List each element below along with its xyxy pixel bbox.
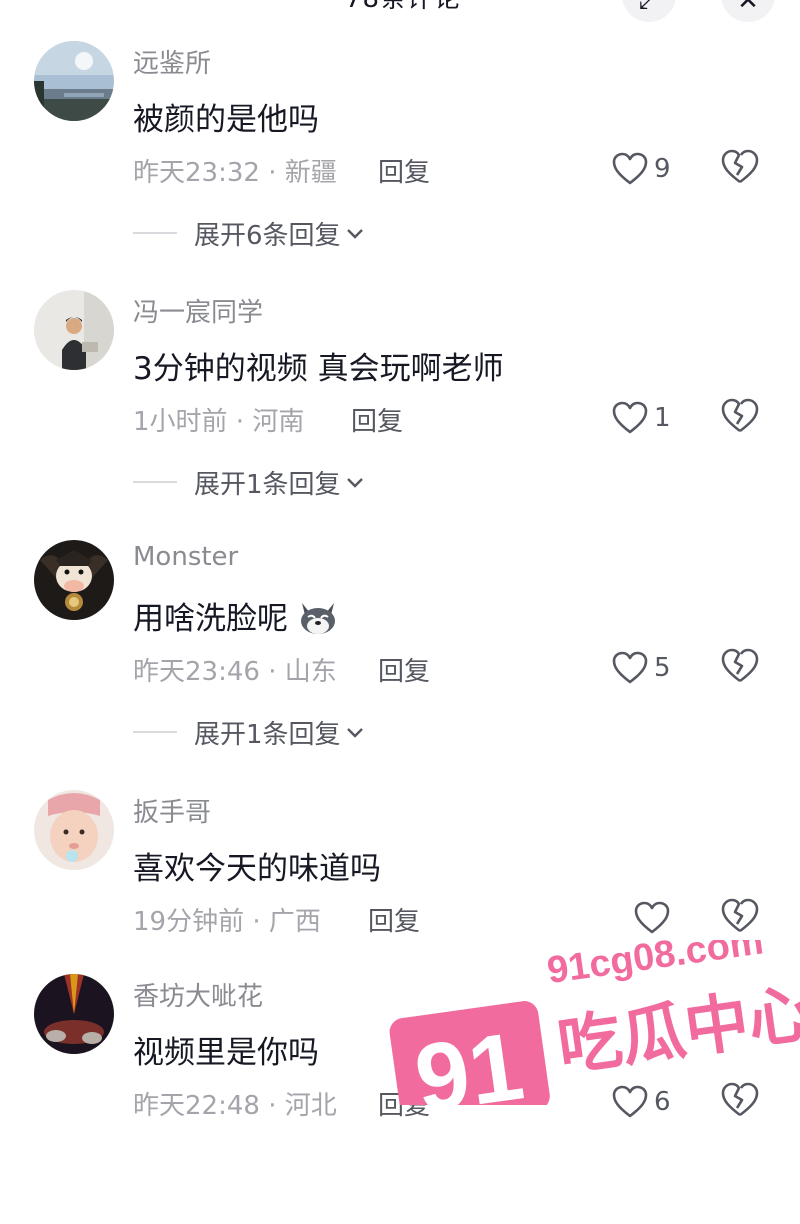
close-icon: ✕: [737, 0, 759, 16]
comment-item: Monster 用啥洗脸呢 昨天23:46 · 山东 回复 5 展开1条回复: [0, 540, 800, 790]
comment-username[interactable]: 远鉴所: [133, 43, 211, 80]
comment-time-location: 昨天23:46 · 山东: [133, 657, 337, 687]
broken-heart-icon[interactable]: [721, 898, 759, 934]
comments-header: 78条评论 ⤢ ✕: [0, 0, 800, 22]
expand-replies-label: 展开1条回复: [194, 469, 341, 500]
comment-text: 视频里是你吗: [133, 1035, 319, 1071]
like-button[interactable]: 9: [612, 149, 671, 189]
comment-text-content: 用啥洗脸呢: [133, 601, 288, 637]
expand-replies-button[interactable]: 展开1条回复: [133, 464, 367, 500]
expand-replies-label: 展开6条回复: [194, 220, 341, 251]
expand-replies-button[interactable]: 展开6条回复: [133, 215, 367, 251]
like-button[interactable]: 1: [612, 398, 671, 438]
broken-heart-icon[interactable]: [721, 149, 759, 185]
expand-replies-label: 展开1条回复: [194, 719, 341, 750]
divider-line: [133, 731, 177, 733]
like-count: 9: [654, 154, 671, 184]
expand-button[interactable]: ⤢: [622, 0, 676, 22]
heart-icon: [612, 401, 648, 434]
expand-icon: ⤢: [638, 0, 660, 15]
avatar[interactable]: [34, 540, 114, 620]
like-button[interactable]: [634, 898, 676, 938]
comment-count-title: 78条评论: [345, 0, 461, 15]
comment-item: 香坊大呲花 视频里是你吗 昨天22:48 · 河北 回复 6: [0, 974, 800, 1224]
comment-time-location: 昨天23:32 · 新疆: [133, 158, 337, 188]
heart-icon: [612, 1085, 648, 1118]
comment-item: 冯一宸同学 3分钟的视频 真会玩啊老师 1小时前 · 河南 回复 1 展开1条回…: [0, 290, 800, 540]
comment-time-location: 昨天22:48 · 河北: [133, 1091, 337, 1121]
heart-icon: [612, 651, 648, 684]
comment-text: 喜欢今天的味道吗: [133, 851, 381, 887]
avatar[interactable]: [34, 974, 114, 1054]
comment-username[interactable]: Monster: [133, 542, 238, 572]
chevron-down-icon: [346, 478, 363, 488]
avatar[interactable]: [34, 790, 114, 870]
like-count: 6: [654, 1087, 671, 1117]
reply-button[interactable]: 回复: [378, 651, 430, 688]
comment-time-location: 19分钟前 · 广西: [133, 907, 321, 937]
broken-heart-icon[interactable]: [721, 398, 759, 434]
like-count: 1: [654, 403, 671, 433]
like-button[interactable]: 6: [612, 1082, 671, 1122]
chevron-down-icon: [346, 229, 363, 239]
comment-text: 3分钟的视频 真会玩啊老师: [133, 351, 504, 387]
broken-heart-icon[interactable]: [721, 1082, 759, 1118]
comment-text: 用啥洗脸呢: [133, 593, 338, 638]
reply-button[interactable]: 回复: [368, 901, 420, 938]
heart-icon: [612, 152, 648, 185]
avatar[interactable]: [34, 290, 114, 370]
like-button[interactable]: 5: [612, 648, 671, 688]
comment-username[interactable]: 扳手哥: [133, 792, 211, 829]
avatar[interactable]: [34, 41, 114, 121]
like-count: 5: [654, 653, 671, 683]
comment-username[interactable]: 香坊大呲花: [133, 976, 263, 1013]
husky-emoji-icon: [300, 603, 335, 634]
reply-button[interactable]: 回复: [378, 152, 430, 189]
comment-time-location: 1小时前 · 河南: [133, 407, 305, 437]
reply-button[interactable]: 回复: [351, 401, 403, 438]
heart-icon: [634, 901, 670, 934]
comment-item: 远鉴所 被颜的是他吗 昨天23:32 · 新疆 回复 9 展开6条回复: [0, 41, 800, 291]
close-button[interactable]: ✕: [721, 0, 775, 22]
divider-line: [133, 232, 177, 234]
expand-replies-button[interactable]: 展开1条回复: [133, 714, 367, 750]
divider-line: [133, 481, 177, 483]
comment-username[interactable]: 冯一宸同学: [133, 292, 263, 329]
broken-heart-icon[interactable]: [721, 648, 759, 684]
chevron-down-icon: [346, 728, 363, 738]
reply-button[interactable]: 回复: [378, 1085, 430, 1122]
comment-text: 被颜的是他吗: [133, 102, 319, 138]
